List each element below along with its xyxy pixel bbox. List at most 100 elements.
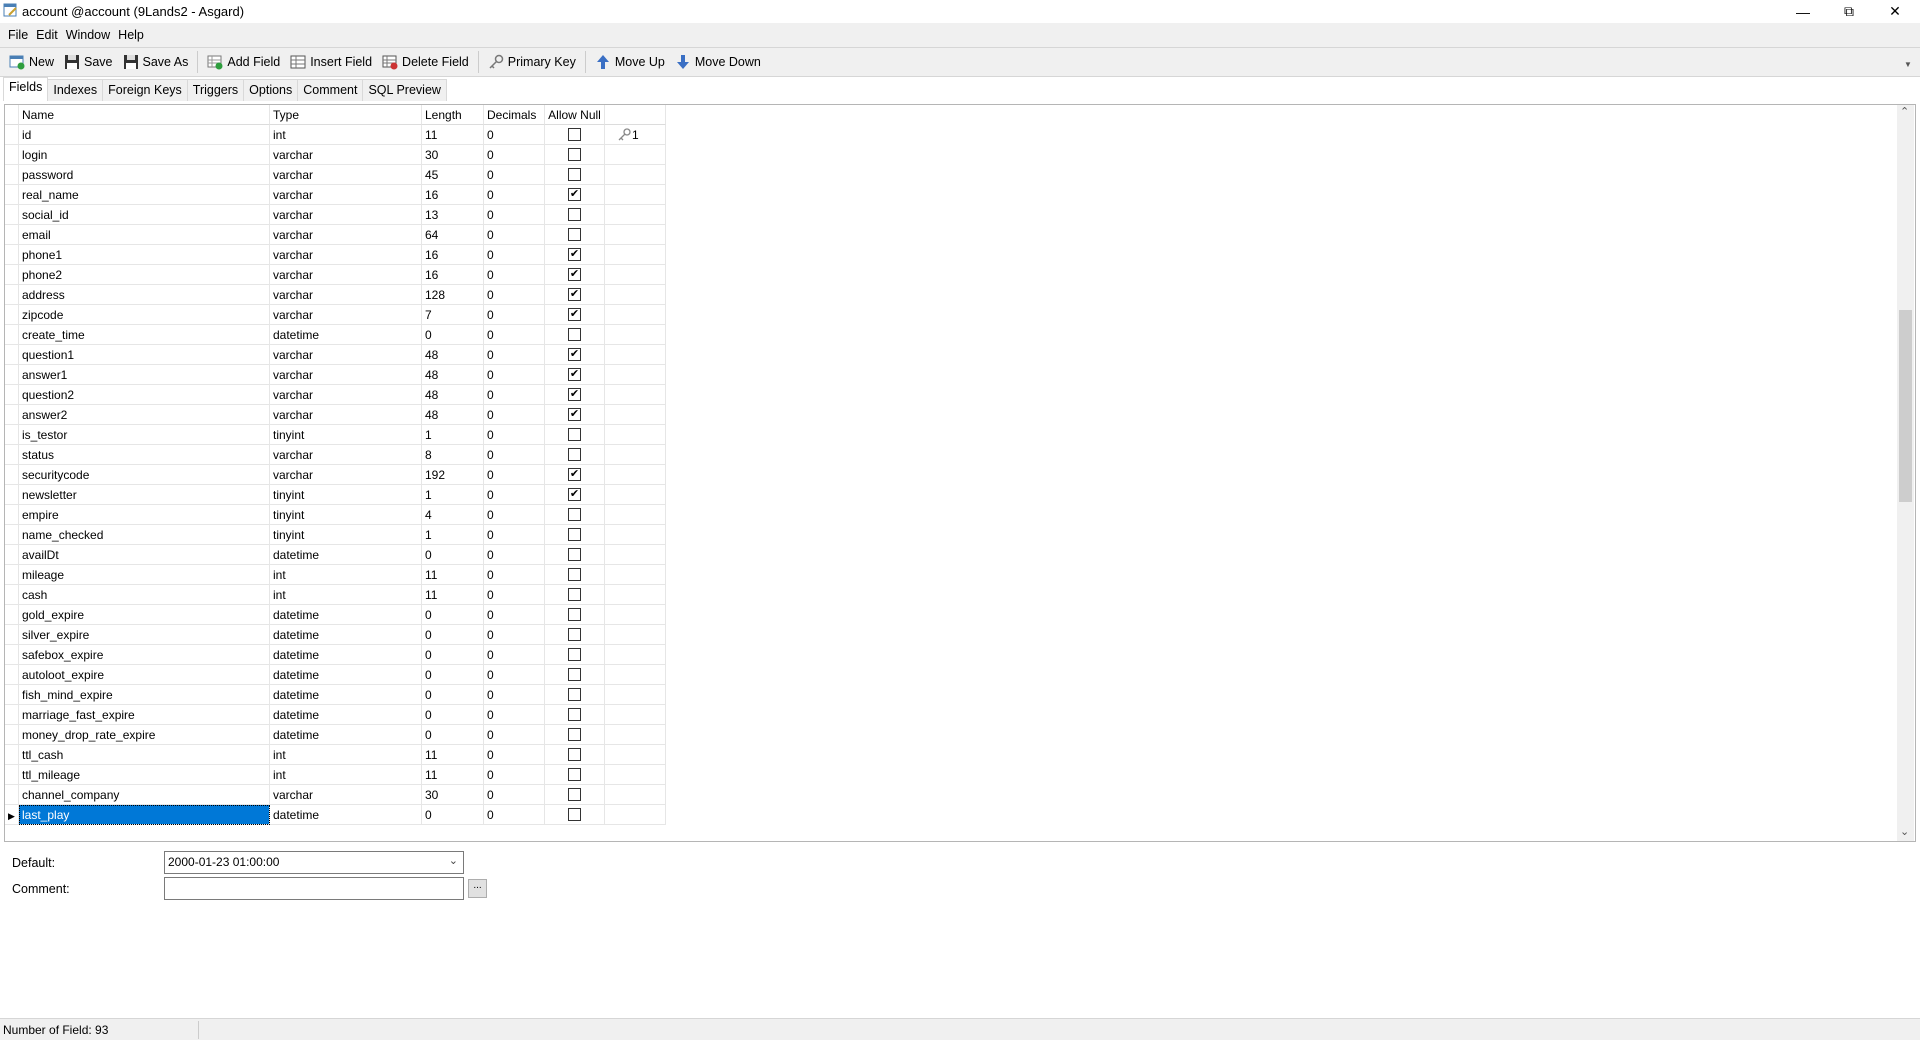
allow-null-checkbox[interactable] [568,508,581,521]
field-length-cell[interactable]: 64 [422,225,484,245]
table-row[interactable]: login varchar 30 0 [5,145,666,165]
primary-key-button[interactable]: Primary Key [483,50,581,74]
field-length-cell[interactable]: 0 [422,325,484,345]
field-decimals-cell[interactable]: 0 [484,125,545,145]
field-length-cell[interactable]: 1 [422,425,484,445]
allow-null-checkbox[interactable] [568,788,581,801]
allow-null-checkbox[interactable]: ✔ [568,248,581,261]
allow-null-checkbox[interactable] [568,148,581,161]
field-length-cell[interactable]: 16 [422,265,484,285]
field-type-cell[interactable]: int [270,765,422,785]
field-decimals-cell[interactable]: 0 [484,325,545,345]
table-row[interactable]: create_time datetime 0 0 [5,325,666,345]
row-indicator[interactable] [5,265,19,285]
field-length-cell[interactable]: 11 [422,765,484,785]
table-row[interactable]: gold_expire datetime 0 0 [5,605,666,625]
allow-null-checkbox[interactable] [568,128,581,141]
field-decimals-cell[interactable]: 0 [484,725,545,745]
field-decimals-cell[interactable]: 0 [484,565,545,585]
field-length-cell[interactable]: 13 [422,205,484,225]
allow-null-checkbox[interactable]: ✔ [568,188,581,201]
allow-null-checkbox[interactable] [568,168,581,181]
table-row[interactable]: securitycode varchar 192 0 ✔ [5,465,666,485]
field-type-cell[interactable]: int [270,745,422,765]
field-type-cell[interactable]: varchar [270,465,422,485]
column-header[interactable]: Name [19,105,270,125]
table-row[interactable]: social_id varchar 13 0 [5,205,666,225]
field-length-cell[interactable]: 0 [422,725,484,745]
field-length-cell[interactable]: 8 [422,445,484,465]
column-header[interactable]: Allow Null [545,105,605,125]
field-type-cell[interactable]: datetime [270,645,422,665]
field-length-cell[interactable]: 48 [422,405,484,425]
field-name-cell[interactable]: email [19,225,270,245]
field-type-cell[interactable]: tinyint [270,525,422,545]
field-type-cell[interactable]: varchar [270,405,422,425]
field-name-cell[interactable]: answer1 [19,365,270,385]
row-indicator[interactable] [5,745,19,765]
allow-null-checkbox[interactable]: ✔ [568,468,581,481]
insert-field-button[interactable]: Insert Field [285,50,377,74]
allow-null-checkbox[interactable] [568,608,581,621]
field-type-cell[interactable]: datetime [270,545,422,565]
field-name-cell[interactable]: autoloot_expire [19,665,270,685]
scroll-thumb[interactable] [1899,310,1912,502]
allow-null-checkbox[interactable] [568,648,581,661]
field-type-cell[interactable]: datetime [270,805,422,825]
menu-file[interactable]: File [6,28,34,42]
field-decimals-cell[interactable]: 0 [484,265,545,285]
row-indicator[interactable] [5,165,19,185]
allow-null-checkbox[interactable] [568,428,581,441]
column-header[interactable]: Type [270,105,422,125]
table-row[interactable]: marriage_fast_expire datetime 0 0 [5,705,666,725]
field-decimals-cell[interactable]: 0 [484,625,545,645]
field-name-cell[interactable]: fish_mind_expire [19,685,270,705]
row-indicator[interactable] [5,365,19,385]
allow-null-checkbox[interactable] [568,708,581,721]
field-type-cell[interactable]: varchar [270,305,422,325]
allow-null-checkbox[interactable]: ✔ [568,388,581,401]
save-as-button[interactable]: Save As [118,50,194,74]
row-indicator[interactable] [5,625,19,645]
tab-indexes[interactable]: Indexes [47,79,104,101]
field-name-cell[interactable]: answer2 [19,405,270,425]
field-length-cell[interactable]: 1 [422,525,484,545]
field-name-cell[interactable]: zipcode [19,305,270,325]
field-type-cell[interactable]: varchar [270,385,422,405]
row-indicator[interactable] [5,685,19,705]
field-decimals-cell[interactable]: 0 [484,225,545,245]
field-type-cell[interactable]: datetime [270,605,422,625]
field-decimals-cell[interactable]: 0 [484,705,545,725]
row-indicator[interactable] [5,185,19,205]
table-row[interactable]: name_checked tinyint 1 0 [5,525,666,545]
field-length-cell[interactable]: 0 [422,605,484,625]
field-decimals-cell[interactable]: 0 [484,165,545,185]
field-decimals-cell[interactable]: 0 [484,405,545,425]
allow-null-checkbox[interactable] [568,528,581,541]
field-length-cell[interactable]: 16 [422,185,484,205]
field-name-cell[interactable]: gold_expire [19,605,270,625]
table-row[interactable]: id int 11 0 1 [5,125,666,145]
field-name-cell[interactable]: ttl_cash [19,745,270,765]
restore-button[interactable]: ⧉ [1826,0,1872,23]
row-indicator[interactable] [5,645,19,665]
table-row[interactable]: availDt datetime 0 0 [5,545,666,565]
allow-null-checkbox[interactable] [568,448,581,461]
table-row[interactable]: empire tinyint 4 0 [5,505,666,525]
allow-null-checkbox[interactable] [568,668,581,681]
field-type-cell[interactable]: varchar [270,285,422,305]
table-row[interactable]: password varchar 45 0 [5,165,666,185]
field-decimals-cell[interactable]: 0 [484,605,545,625]
field-name-cell[interactable]: address [19,285,270,305]
table-row[interactable]: is_testor tinyint 1 0 [5,425,666,445]
allow-null-checkbox[interactable]: ✔ [568,288,581,301]
field-type-cell[interactable]: datetime [270,705,422,725]
save-button[interactable]: Save [59,50,118,74]
field-name-cell[interactable]: id [19,125,270,145]
default-combobox[interactable]: 2000-01-23 01:00:00 ⌄ [164,851,464,874]
allow-null-checkbox[interactable] [568,328,581,341]
field-decimals-cell[interactable]: 0 [484,185,545,205]
field-name-cell[interactable]: question1 [19,345,270,365]
comment-input[interactable] [164,877,464,900]
table-row[interactable]: status varchar 8 0 [5,445,666,465]
